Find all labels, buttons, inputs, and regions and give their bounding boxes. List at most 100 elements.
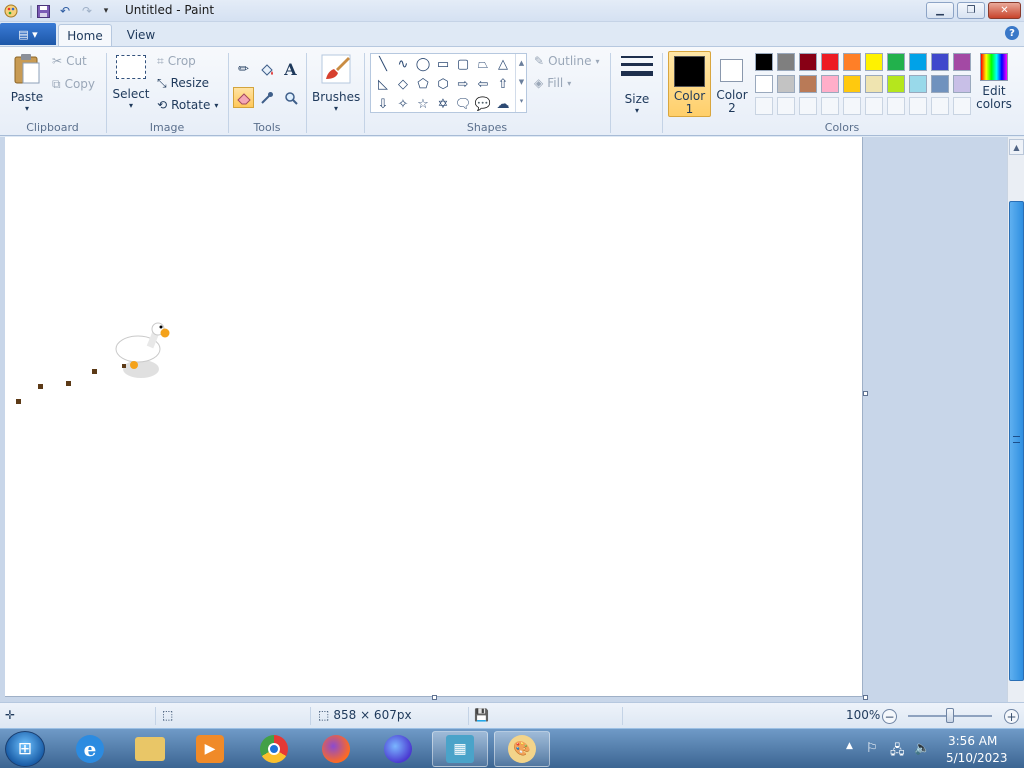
right-arrow-shape-icon[interactable]: ⇨ — [453, 74, 473, 94]
text-tool-icon[interactable]: A — [280, 59, 301, 80]
pencil-icon[interactable]: ✏ — [233, 59, 254, 80]
right-triangle-shape-icon[interactable]: ◺ — [373, 74, 393, 94]
taskbar-firefox[interactable] — [308, 731, 364, 767]
paste-button[interactable]: Paste ▾ — [8, 53, 46, 113]
palette-color-swatch[interactable] — [755, 53, 773, 71]
save-icon[interactable] — [34, 3, 52, 19]
magnifier-icon[interactable] — [280, 87, 301, 108]
pentagon-shape-icon[interactable]: ⬠ — [413, 74, 433, 94]
zoom-slider-thumb[interactable] — [946, 708, 954, 723]
help-icon[interactable]: ? — [1005, 26, 1019, 40]
palette-color-swatch[interactable] — [843, 53, 861, 71]
up-arrow-shape-icon[interactable]: ⇧ — [493, 74, 513, 94]
clock-time[interactable]: 3:56 AM — [948, 734, 997, 748]
canvas-resize-handle-right[interactable] — [863, 391, 868, 396]
palette-custom-slot[interactable] — [799, 97, 817, 115]
resize-button[interactable]: ⤡ Resize — [157, 74, 209, 92]
paint-app-icon[interactable] — [2, 3, 20, 19]
palette-color-swatch[interactable] — [821, 53, 839, 71]
palette-custom-slot[interactable] — [865, 97, 883, 115]
brushes-button[interactable]: Brushes ▾ — [312, 53, 360, 113]
select-button[interactable]: Select ▾ — [112, 55, 150, 110]
rotate-button[interactable]: ⟲ Rotate ▾ — [157, 96, 218, 114]
rounded-rectangle-shape-icon[interactable]: ▢ — [453, 54, 473, 74]
palette-color-swatch[interactable] — [755, 75, 773, 93]
close-button[interactable]: ✕ — [988, 2, 1021, 19]
outline-button[interactable]: ✎ Outline ▾ — [534, 52, 600, 70]
zoom-out-icon[interactable]: − — [882, 709, 897, 724]
down-arrow-shape-icon[interactable]: ⇩ — [373, 94, 393, 114]
scroll-up-icon[interactable]: ▲ — [1009, 139, 1024, 155]
six-point-star-shape-icon[interactable]: ✡ — [433, 94, 453, 114]
redo-icon[interactable]: ↷ — [78, 3, 96, 19]
canvas-resize-handle-corner[interactable] — [863, 695, 868, 700]
taskbar-paint[interactable]: 🎨 — [494, 731, 550, 767]
palette-color-swatch[interactable] — [909, 53, 927, 71]
taskbar-chrome[interactable] — [246, 731, 302, 767]
palette-color-swatch[interactable] — [953, 75, 971, 93]
palette-custom-slot[interactable] — [931, 97, 949, 115]
tab-view[interactable]: View — [118, 24, 164, 46]
palette-custom-slot[interactable] — [909, 97, 927, 115]
palette-color-swatch[interactable] — [887, 53, 905, 71]
edit-colors-button[interactable]: Edit colors — [975, 53, 1013, 111]
drawing-canvas[interactable] — [5, 137, 863, 697]
palette-color-swatch[interactable] — [821, 75, 839, 93]
taskbar-media-player[interactable]: ▶ — [182, 731, 238, 767]
start-button[interactable]: ⊞ — [5, 731, 45, 767]
taskbar-file-explorer[interactable] — [122, 731, 178, 767]
palette-custom-slot[interactable] — [821, 97, 839, 115]
left-arrow-shape-icon[interactable]: ⇦ — [473, 74, 493, 94]
oval-callout-shape-icon[interactable]: 💬 — [473, 94, 493, 114]
palette-color-swatch[interactable] — [887, 75, 905, 93]
palette-color-swatch[interactable] — [953, 53, 971, 71]
vertical-scrollbar[interactable]: ▲ — [1007, 137, 1024, 702]
customize-dropdown-icon[interactable]: ▾ — [97, 3, 115, 19]
palette-custom-slot[interactable] — [755, 97, 773, 115]
palette-custom-slot[interactable] — [953, 97, 971, 115]
zoom-in-icon[interactable]: + — [1004, 709, 1019, 724]
fill-button[interactable]: ◈ Fill ▾ — [534, 74, 571, 92]
palette-color-swatch[interactable] — [843, 75, 861, 93]
rounded-callout-shape-icon[interactable]: 🗨 — [453, 94, 473, 114]
palette-custom-slot[interactable] — [777, 97, 795, 115]
taskbar-app-installer[interactable]: ▦ — [432, 731, 488, 767]
restore-button[interactable]: ❐ — [957, 2, 985, 19]
copy-button[interactable]: ⧉ Copy — [52, 75, 95, 93]
cut-button[interactable]: ✂ Cut — [52, 52, 87, 70]
taskbar-firefox-nightly[interactable] — [370, 731, 426, 767]
curve-shape-icon[interactable]: ∿ — [393, 54, 413, 74]
hexagon-shape-icon[interactable]: ⬡ — [433, 74, 453, 94]
volume-icon[interactable]: 🔈 — [914, 741, 930, 756]
color-picker-icon[interactable] — [256, 87, 277, 108]
size-button[interactable]: Size ▾ — [617, 53, 657, 115]
paint-menu-button[interactable]: ▤ ▾ — [0, 23, 56, 45]
undo-icon[interactable]: ↶ — [56, 3, 74, 19]
color1-button[interactable]: Color 1 — [668, 51, 711, 117]
line-shape-icon[interactable]: ╲ — [373, 54, 393, 74]
network-icon[interactable]: 🖧 — [890, 741, 905, 763]
clock-date[interactable]: 5/10/2023 — [946, 751, 1008, 765]
diamond-shape-icon[interactable]: ◇ — [393, 74, 413, 94]
action-center-flag-icon[interactable]: ⚐ — [866, 741, 878, 756]
show-hidden-icons-icon[interactable]: ▲ — [846, 741, 853, 751]
fill-bucket-icon[interactable] — [256, 59, 277, 80]
palette-color-swatch[interactable] — [799, 53, 817, 71]
polygon-shape-icon[interactable]: ⏢ — [473, 54, 493, 74]
palette-color-swatch[interactable] — [909, 75, 927, 93]
tab-home[interactable]: Home — [58, 24, 112, 46]
canvas-resize-handle-bottom[interactable] — [432, 695, 437, 700]
palette-color-swatch[interactable] — [865, 53, 883, 71]
palette-custom-slot[interactable] — [843, 97, 861, 115]
palette-color-swatch[interactable] — [799, 75, 817, 93]
palette-color-swatch[interactable] — [777, 75, 795, 93]
rectangle-shape-icon[interactable]: ▭ — [433, 54, 453, 74]
oval-shape-icon[interactable]: ◯ — [413, 54, 433, 74]
palette-color-swatch[interactable] — [777, 53, 795, 71]
minimize-button[interactable]: ▁ — [926, 2, 954, 19]
triangle-shape-icon[interactable]: △ — [493, 54, 513, 74]
palette-color-swatch[interactable] — [931, 53, 949, 71]
cloud-callout-shape-icon[interactable]: ☁ — [493, 94, 513, 114]
four-point-star-shape-icon[interactable]: ✧ — [393, 94, 413, 114]
scrollbar-thumb[interactable] — [1009, 201, 1024, 681]
